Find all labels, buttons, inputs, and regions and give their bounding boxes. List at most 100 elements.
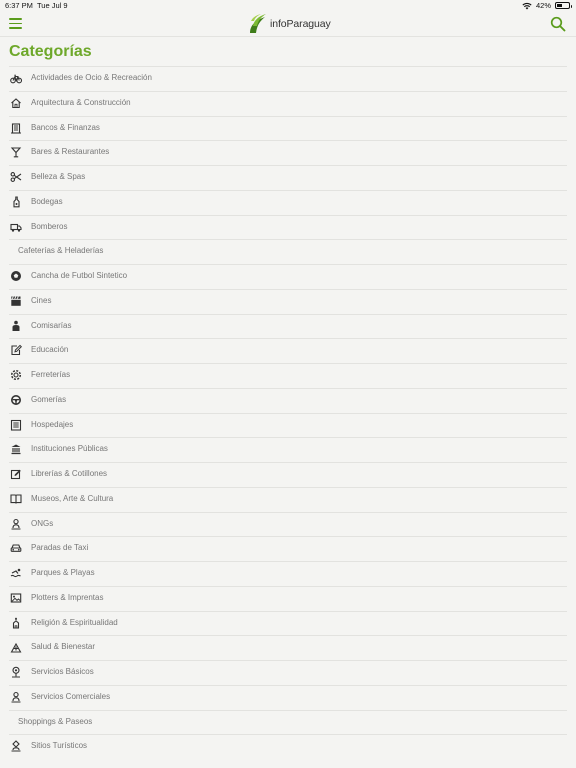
category-label: Bares & Restaurantes <box>31 147 110 157</box>
category-item[interactable]: Librerías & Cotillones <box>0 462 576 487</box>
category-item[interactable]: Instituciones Públicas <box>0 437 576 462</box>
category-label: Religión & Espiritualidad <box>31 617 118 627</box>
scissors-icon <box>10 171 22 183</box>
category-item[interactable]: Parques & Playas <box>0 561 576 586</box>
book-icon <box>10 493 22 505</box>
status-bar: 6:37 PM Tue Jul 9 42% <box>0 0 576 12</box>
house-icon <box>10 97 22 109</box>
bank-icon <box>10 122 22 134</box>
institution-icon <box>10 443 22 455</box>
category-label: ONGs <box>31 518 54 528</box>
category-list: Actividades de Ocio & Recreación Arquitec… <box>0 66 576 759</box>
category-label: Cines <box>31 295 52 305</box>
church-icon <box>10 617 22 629</box>
category-item[interactable]: Belleza & Spas <box>0 165 576 190</box>
category-label: Cafeterías & Heladerías <box>18 246 104 256</box>
category-item[interactable]: Comisarías <box>0 313 576 339</box>
category-item[interactable]: Bares & Restaurantes <box>0 140 576 165</box>
category-label: Paradas de Taxi <box>31 543 89 553</box>
category-label: Museos, Arte & Cultura <box>31 493 114 503</box>
status-time: 6:37 PM <box>5 1 33 10</box>
status-date: Tue Jul 9 <box>37 1 68 10</box>
menu-button[interactable] <box>9 18 22 29</box>
category-label: Arquitectura & Construcción <box>31 97 131 107</box>
category-item[interactable]: Cines <box>0 288 576 314</box>
app-logo: infoParaguay <box>248 12 331 36</box>
category-item[interactable]: Sitios Turísticos <box>0 734 576 759</box>
category-item[interactable]: Cafeterías & Heladerías <box>0 239 576 264</box>
category-label: Educación <box>31 345 69 355</box>
category-label: Librerías & Cotillones <box>31 469 108 478</box>
search-button[interactable] <box>550 16 566 32</box>
page-title: Categorías <box>9 43 92 60</box>
person-pin-icon <box>10 691 22 703</box>
category-label: Plotters & Imprentas <box>31 592 104 602</box>
battery-icon <box>555 2 572 9</box>
category-item[interactable]: Bomberos <box>0 214 576 240</box>
category-item[interactable]: Cancha de Futbol Sintetico <box>0 264 576 289</box>
category-label: Instituciones Públicas <box>31 444 108 454</box>
category-item[interactable]: ONGs <box>0 511 576 537</box>
hospital-icon <box>10 641 22 653</box>
category-label: Bancos & Finanzas <box>31 122 100 132</box>
bottle-icon <box>10 196 22 208</box>
category-item[interactable]: Paradas de Taxi <box>0 536 576 561</box>
category-label: Actividades de Ocio & Recreación <box>31 73 152 82</box>
hamburger-line <box>9 27 22 29</box>
category-label: Shoppings & Paseos <box>18 716 93 726</box>
firetruck-icon <box>10 221 22 233</box>
category-label: Comisarías <box>31 320 72 330</box>
search-icon <box>550 16 566 32</box>
category-item[interactable]: Gomerías <box>0 387 576 413</box>
police-icon <box>10 320 22 332</box>
status-right: 42% <box>522 1 572 10</box>
person-pin-icon <box>10 518 22 530</box>
clapperboard-icon <box>10 295 22 307</box>
category-label: Belleza & Spas <box>31 172 86 181</box>
category-item[interactable]: Ferreterías <box>0 363 576 388</box>
hamburger-icon <box>9 18 22 20</box>
category-item[interactable]: Salud & Bienestar <box>0 635 576 660</box>
category-item[interactable]: Bancos & Finanzas <box>0 115 576 141</box>
landmark-pin-icon <box>10 740 22 752</box>
category-item[interactable]: Actividades de Ocio & Recreación <box>0 66 576 91</box>
category-item[interactable]: Bodegas <box>0 189 576 215</box>
logo-text: infoParaguay <box>270 18 331 30</box>
image-icon <box>10 592 22 604</box>
category-label: Cancha de Futbol Sintetico <box>31 271 128 280</box>
category-label: Gomerías <box>31 394 67 404</box>
category-item[interactable]: Museos, Arte & Cultura <box>0 486 576 512</box>
gear-icon <box>10 369 22 381</box>
nav-bar: infoParaguay <box>0 12 576 37</box>
water-pin-icon <box>10 666 22 678</box>
steering-wheel-icon <box>10 394 22 406</box>
category-item[interactable]: Educación <box>0 338 576 363</box>
category-item[interactable]: Shoppings & Paseos <box>0 709 576 735</box>
category-label: Parques & Playas <box>31 568 95 577</box>
category-item[interactable]: Hospedajes <box>0 412 576 438</box>
pencil-square-icon <box>10 468 22 480</box>
swimmer-icon <box>10 567 22 579</box>
battery-percent: 42% <box>535 1 551 10</box>
category-label: Servicios Básicos <box>31 667 94 676</box>
category-label: Ferreterías <box>31 370 71 379</box>
soccer-ball-icon <box>10 270 22 282</box>
wifi-icon <box>522 2 532 9</box>
hotel-icon <box>10 419 22 431</box>
category-item[interactable]: Plotters & Imprentas <box>0 585 576 611</box>
cocktail-icon <box>10 146 22 158</box>
category-item[interactable]: Servicios Comerciales <box>0 684 576 710</box>
bicycle-icon <box>10 72 22 84</box>
category-label: Bodegas <box>31 196 63 206</box>
category-label: Hospedajes <box>31 419 74 429</box>
category-item[interactable]: Religión & Espiritualidad <box>0 610 576 636</box>
car-icon <box>10 542 22 554</box>
leaf-logo-icon <box>250 14 266 33</box>
category-label: Sitios Turísticos <box>31 741 88 751</box>
category-label: Servicios Comerciales <box>31 691 111 701</box>
category-label: Bomberos <box>31 221 68 231</box>
category-item[interactable]: Arquitectura & Construcción <box>0 90 576 116</box>
hamburger-line <box>9 22 22 25</box>
edit-note-icon <box>10 344 22 356</box>
category-item[interactable]: Servicios Básicos <box>0 660 576 685</box>
